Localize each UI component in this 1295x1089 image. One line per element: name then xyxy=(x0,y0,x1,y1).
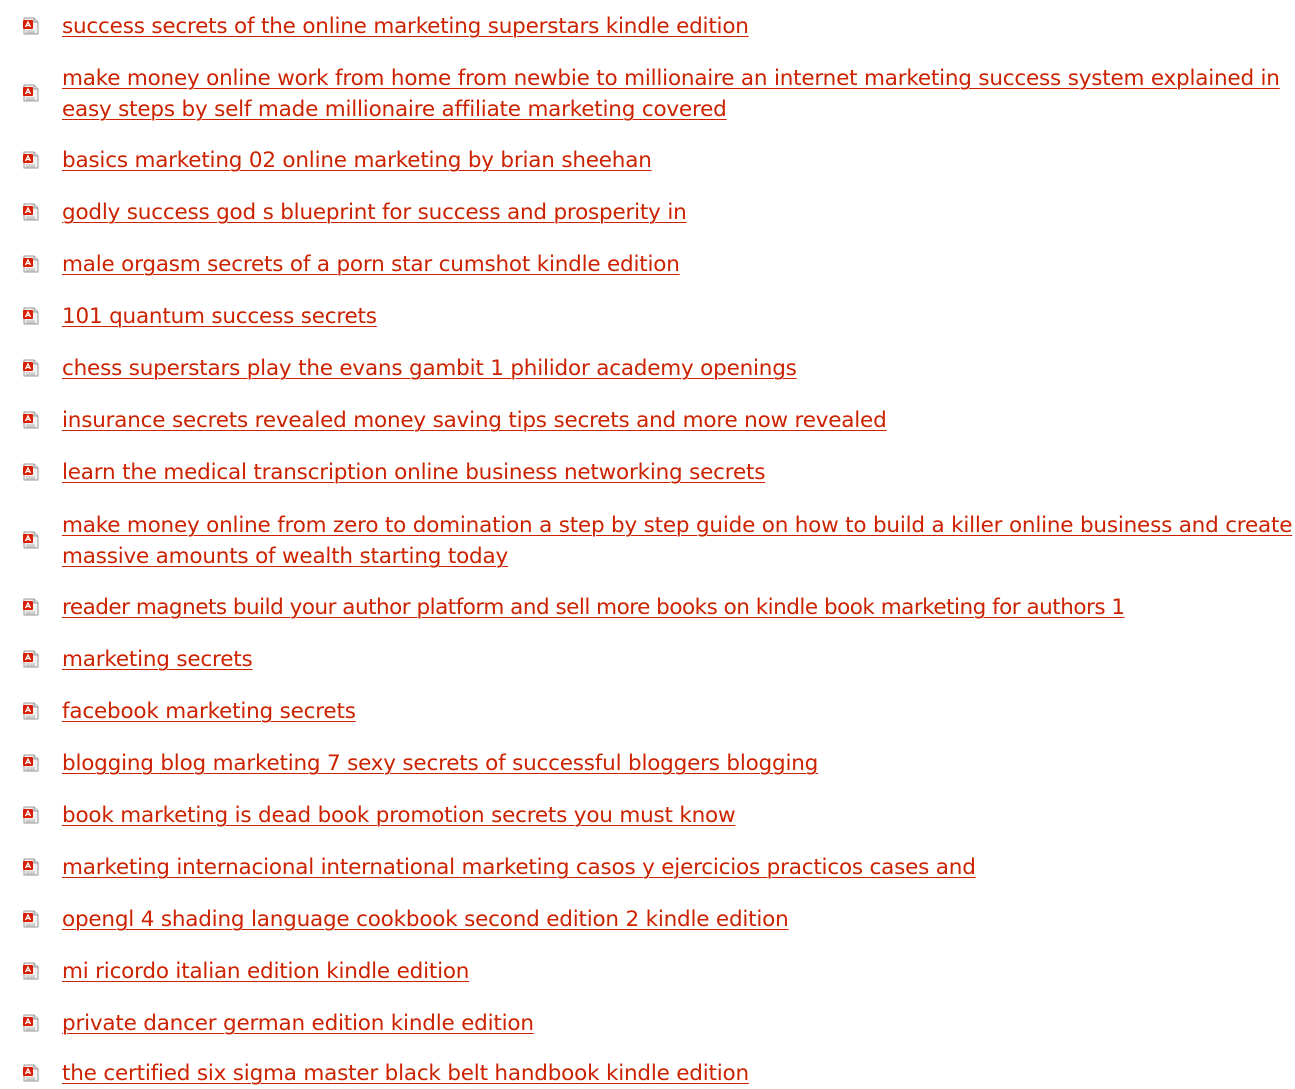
list-item: marketing internacional international ma… xyxy=(0,852,1295,883)
document-link[interactable]: 101 quantum success secrets xyxy=(62,301,1293,332)
pdf-file-icon xyxy=(23,806,39,824)
document-link[interactable]: make money online from zero to dominatio… xyxy=(62,510,1293,572)
document-link[interactable]: male orgasm secrets of a porn star cumsh… xyxy=(62,249,1293,280)
document-link[interactable]: facebook marketing secrets xyxy=(62,696,1293,727)
list-item: opengl 4 shading language cookbook secon… xyxy=(0,904,1295,935)
document-link[interactable]: make money online work from home from ne… xyxy=(62,63,1293,125)
pdf-file-icon xyxy=(23,359,39,377)
list-item: mi ricordo italian edition kindle editio… xyxy=(0,956,1295,987)
pdf-file-icon xyxy=(23,1064,39,1082)
document-link[interactable]: marketing internacional international ma… xyxy=(62,852,1293,883)
pdf-file-icon xyxy=(23,754,39,772)
list-item: book marketing is dead book promotion se… xyxy=(0,800,1295,831)
pdf-file-icon xyxy=(23,255,39,273)
list-item: reader magnets build your author platfor… xyxy=(0,592,1295,623)
list-item: the certified six sigma master black bel… xyxy=(0,1058,1295,1089)
list-item: facebook marketing secrets xyxy=(0,696,1295,727)
list-item: male orgasm secrets of a porn star cumsh… xyxy=(0,249,1295,280)
pdf-file-icon xyxy=(23,910,39,928)
list-item: make money online work from home from ne… xyxy=(0,63,1295,125)
document-link[interactable]: marketing secrets xyxy=(62,644,1293,675)
list-item: insurance secrets revealed money saving … xyxy=(0,405,1295,436)
pdf-file-icon xyxy=(23,1014,39,1032)
document-link[interactable]: blogging blog marketing 7 sexy secrets o… xyxy=(62,748,1293,779)
pdf-file-icon xyxy=(23,84,39,102)
document-link[interactable]: book marketing is dead book promotion se… xyxy=(62,800,1293,831)
document-link[interactable]: basics marketing 02 online marketing by … xyxy=(62,145,1293,176)
pdf-file-icon xyxy=(23,858,39,876)
list-item: blogging blog marketing 7 sexy secrets o… xyxy=(0,748,1295,779)
pdf-file-icon xyxy=(23,531,39,549)
list-item: marketing secrets xyxy=(0,644,1295,675)
document-link[interactable]: private dancer german edition kindle edi… xyxy=(62,1008,1293,1039)
pdf-file-icon xyxy=(23,702,39,720)
document-link[interactable]: insurance secrets revealed money saving … xyxy=(62,405,1293,436)
list-item: success secrets of the online marketing … xyxy=(0,11,1295,42)
pdf-file-icon xyxy=(23,307,39,325)
document-link[interactable]: opengl 4 shading language cookbook secon… xyxy=(62,904,1293,935)
pdf-file-icon xyxy=(23,17,39,35)
pdf-file-icon xyxy=(23,151,39,169)
list-item: 101 quantum success secrets xyxy=(0,301,1295,332)
document-link[interactable]: chess superstars play the evans gambit 1… xyxy=(62,353,1293,384)
pdf-file-icon xyxy=(23,650,39,668)
document-link[interactable]: learn the medical transcription online b… xyxy=(62,457,1293,488)
document-link[interactable]: mi ricordo italian edition kindle editio… xyxy=(62,956,1293,987)
pdf-file-icon xyxy=(23,411,39,429)
document-link[interactable]: the certified six sigma master black bel… xyxy=(62,1058,1293,1089)
pdf-file-icon xyxy=(23,598,39,616)
list-item: learn the medical transcription online b… xyxy=(0,457,1295,488)
list-item: private dancer german edition kindle edi… xyxy=(0,1008,1295,1039)
list-item: godly success god s blueprint for succes… xyxy=(0,197,1295,228)
list-item: basics marketing 02 online marketing by … xyxy=(0,145,1295,176)
pdf-file-icon xyxy=(23,203,39,221)
pdf-file-icon xyxy=(23,962,39,980)
document-link[interactable]: success secrets of the online marketing … xyxy=(62,11,1293,42)
pdf-link-list: success secrets of the online marketing … xyxy=(0,0,1295,1089)
document-link[interactable]: reader magnets build your author platfor… xyxy=(62,592,1293,623)
list-item: chess superstars play the evans gambit 1… xyxy=(0,353,1295,384)
document-link[interactable]: godly success god s blueprint for succes… xyxy=(62,197,1293,228)
pdf-file-icon xyxy=(23,463,39,481)
list-item: make money online from zero to dominatio… xyxy=(0,510,1295,572)
